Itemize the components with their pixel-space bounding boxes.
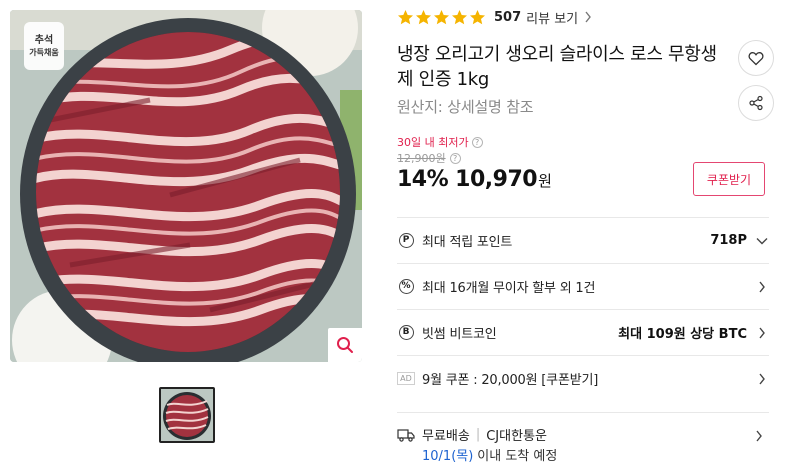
- lowest-price-label: 30일 내 최저가 ?: [397, 134, 483, 150]
- product-title: 냉장 오리고기 생오리 슬라이스 로스 무항생제 인증 1kg: [397, 44, 717, 90]
- thumbnail-1[interactable]: [159, 387, 215, 443]
- star-icon: [470, 9, 485, 24]
- point-icon: P: [397, 232, 415, 250]
- season-badge: 추석 가득채움: [24, 22, 64, 70]
- original-price-value: 12,900원: [397, 152, 446, 165]
- benefit-label: 빗썸 비트코인: [422, 327, 497, 342]
- heart-icon: [748, 51, 764, 65]
- benefit-points[interactable]: P 최대 적립 포인트 718P: [397, 217, 769, 263]
- benefit-label: 9월 쿠폰 : 20,000원 [쿠폰받기]: [422, 373, 599, 388]
- share-icon: [749, 95, 763, 111]
- chevron-right-icon: [755, 280, 769, 294]
- bitcoin-icon: B: [397, 324, 415, 342]
- chevron-right-icon: [755, 326, 769, 340]
- lowest-price-text: 30일 내 최저가: [397, 136, 469, 149]
- chevron-down-icon: [755, 234, 769, 248]
- delivery-date: 10/1(목): [422, 449, 474, 464]
- shipping-label: 무료배송: [422, 429, 470, 444]
- star-icon: [434, 9, 449, 24]
- wishlist-button[interactable]: [738, 40, 774, 76]
- price-value: 10,970: [455, 167, 538, 192]
- delivery-estimate: 10/1(목) 이내 도착 예정: [422, 445, 557, 464]
- star-icon: [416, 9, 431, 24]
- magnifier-icon: [337, 337, 353, 353]
- review-link[interactable]: 리뷰 보기: [526, 8, 578, 27]
- coupon-button[interactable]: 쿠폰받기: [693, 162, 765, 196]
- discount-rate: 14%: [397, 167, 449, 192]
- ad-badge-icon: AD: [397, 370, 415, 388]
- delivery-suffix: 이내 도착 예정: [477, 449, 558, 464]
- share-button[interactable]: [738, 85, 774, 121]
- star-icon: [398, 9, 413, 24]
- thumbnail-image: [161, 389, 213, 441]
- shipping-line: 무료배송 | CJ대한통운: [397, 425, 547, 444]
- carrier-name: CJ대한통운: [486, 429, 547, 444]
- benefit-value: 최대 109원 상당 BTC: [618, 327, 747, 342]
- product-main-image[interactable]: 추석 가득채움: [10, 10, 362, 362]
- review-count: 507: [494, 9, 522, 25]
- truck-icon: [397, 428, 415, 442]
- benefit-label: 최대 16개월 무이자 할부 외 1건: [422, 281, 596, 296]
- benefit-installment[interactable]: % 최대 16개월 무이자 할부 외 1건: [397, 263, 769, 309]
- badge-line1: 추석: [34, 34, 54, 46]
- currency-unit: 원: [538, 172, 552, 190]
- benefit-label: 최대 적립 포인트: [422, 235, 513, 250]
- benefit-bitcoin[interactable]: B 빗썸 비트코인 최대 109원 상당 BTC: [397, 309, 769, 355]
- zoom-button[interactable]: [328, 328, 362, 362]
- question-icon[interactable]: ?: [471, 136, 483, 148]
- chevron-right-icon: [755, 372, 769, 386]
- shipping-info[interactable]: 무료배송 | CJ대한통운 10/1(목) 이내 도착 예정: [397, 412, 769, 467]
- sale-price: 14% 10,970 원: [397, 167, 552, 192]
- question-icon[interactable]: ?: [449, 152, 461, 164]
- origin-info: 원산지: 상세설명 참조: [397, 98, 534, 116]
- chevron-right-icon: [585, 11, 592, 23]
- percent-icon: %: [397, 278, 415, 296]
- chevron-right-icon: [755, 427, 763, 446]
- rating-summary[interactable]: 507 리뷰 보기: [397, 6, 592, 28]
- star-rating: [397, 9, 486, 26]
- star-icon: [452, 9, 467, 24]
- benefit-coupon[interactable]: AD 9월 쿠폰 : 20,000원 [쿠폰받기]: [397, 355, 769, 401]
- badge-line2: 가득채움: [29, 47, 59, 57]
- benefit-value: 718P: [710, 233, 747, 248]
- original-price: 12,900원 ?: [397, 150, 461, 166]
- divider: |: [475, 427, 481, 442]
